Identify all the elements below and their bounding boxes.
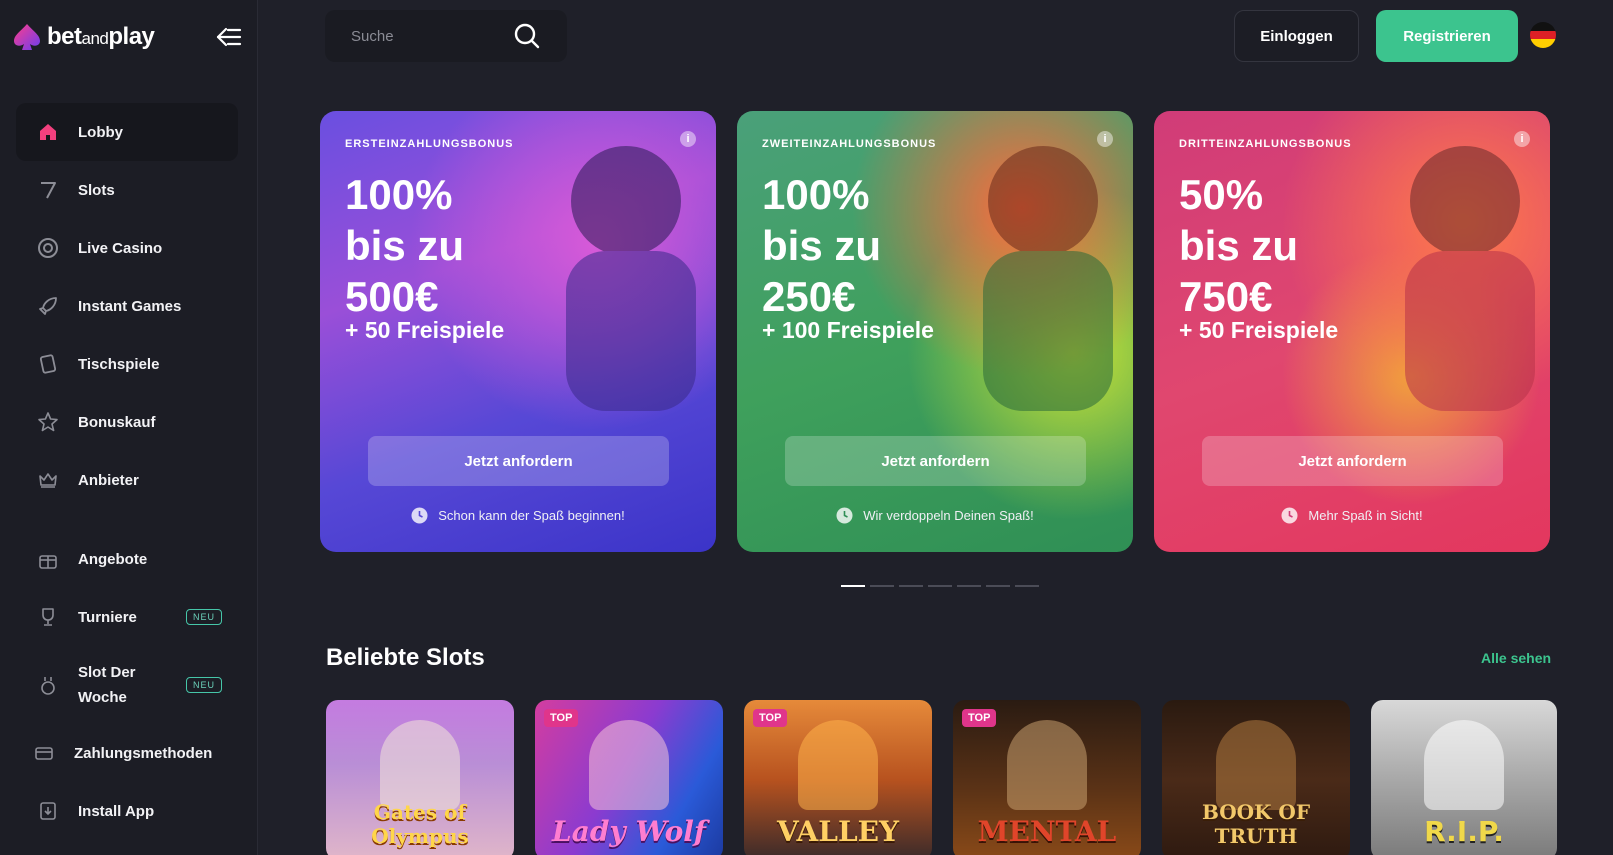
sidebar-item-angebote[interactable]: Angebote: [16, 530, 238, 588]
sidebar-item-anbieter[interactable]: Anbieter: [16, 451, 238, 509]
crown-icon: [36, 468, 60, 492]
search-input[interactable]: [325, 10, 505, 62]
game-artwork: [798, 720, 878, 810]
game-title-art: BOOK OF TRUTH: [1201, 800, 1311, 848]
promo-artwork: [983, 146, 1113, 411]
info-icon[interactable]: i: [680, 131, 696, 147]
claim-bonus-button[interactable]: Jetzt anfordern: [1202, 436, 1503, 486]
brand-logo[interactable]: betandplay: [13, 22, 155, 52]
collapse-sidebar-icon[interactable]: [214, 24, 244, 50]
promo-card: ERSTEINZAHLUNGSBONUS i 100% bis zu 500€ + …: [320, 111, 716, 552]
game-tile[interactable]: Gates of Olympus: [326, 700, 514, 855]
game-title-art: Lady Wolf: [552, 815, 706, 848]
sidebar-item-live-casino[interactable]: Live Casino: [16, 219, 238, 277]
clock-icon: [1281, 507, 1298, 524]
game-artwork: [1007, 720, 1087, 810]
brand-name: betandplay: [47, 23, 155, 50]
medal-icon: [36, 673, 60, 697]
game-artwork: [1424, 720, 1504, 810]
promo-note: Mehr Spaß in Sicht!: [1154, 507, 1550, 524]
carousel-dot[interactable]: [899, 585, 923, 587]
wallet-icon: [32, 741, 56, 765]
login-button[interactable]: Einloggen: [1234, 10, 1359, 62]
promo-artwork: [1405, 146, 1535, 411]
home-icon: [36, 120, 60, 144]
top-badge: TOP: [962, 709, 997, 727]
game-title-art: Gates of Olympus: [371, 800, 469, 848]
promo-eyebrow: ERSTEINZAHLUNGSBONUS: [345, 138, 514, 150]
rocket-icon: [36, 294, 60, 318]
sidebar-item-slot-der-woche[interactable]: Slot Der Woche NEU: [16, 646, 238, 724]
game-tile[interactable]: BOOK OF TRUTH: [1162, 700, 1350, 855]
game-tile[interactable]: TOP VALLEY: [744, 700, 932, 855]
sidebar-item-turniere[interactable]: Turniere NEU: [16, 588, 238, 646]
claim-bonus-button[interactable]: Jetzt anfordern: [368, 436, 669, 486]
info-icon[interactable]: i: [1514, 131, 1530, 147]
game-artwork: [589, 720, 669, 810]
trophy-icon: [36, 605, 60, 629]
carousel-dot[interactable]: [1015, 585, 1039, 587]
search-box: [325, 10, 567, 62]
register-button[interactable]: Registrieren: [1376, 10, 1518, 62]
gift-icon: [36, 547, 60, 571]
game-artwork: [380, 720, 460, 810]
carousel-indicators: [841, 585, 1039, 587]
german-flag-icon[interactable]: [1530, 22, 1556, 48]
sidebar-nav: Lobby Slots Live Casino Instant Games Ti…: [16, 103, 238, 840]
sidebar-item-slots[interactable]: Slots: [16, 161, 238, 219]
promo-note: Wir verdoppeln Deinen Spaß!: [737, 507, 1133, 524]
cards-icon: [36, 352, 60, 376]
carousel-dot[interactable]: [986, 585, 1010, 587]
game-tile[interactable]: R.I.P.: [1371, 700, 1557, 855]
star-icon: [36, 410, 60, 434]
search-icon[interactable]: [513, 22, 541, 50]
seven-icon: [36, 178, 60, 202]
promo-eyebrow: DRITTEINZAHLUNGSBONUS: [1179, 138, 1352, 150]
promo-card: DRITTEINZAHLUNGSBONUS i 50% bis zu 750€ + …: [1154, 111, 1550, 552]
promo-card: ZWEITEINZAHLUNGSBONUS i 100% bis zu 250€ +…: [737, 111, 1133, 552]
sidebar-item-zahlungsmethoden[interactable]: Zahlungsmethoden: [16, 724, 238, 782]
claim-bonus-button[interactable]: Jetzt anfordern: [785, 436, 1086, 486]
promo-eyebrow: ZWEITEINZAHLUNGSBONUS: [762, 138, 937, 150]
game-title-art: MENTAL: [977, 815, 1117, 848]
game-artwork: [1216, 720, 1296, 810]
promo-freespins: + 100 Freispiele: [762, 317, 934, 343]
carousel-dot[interactable]: [841, 585, 865, 587]
sidebar-item-lobby[interactable]: Lobby: [16, 103, 238, 161]
clock-icon: [836, 507, 853, 524]
top-badge: TOP: [753, 709, 788, 727]
download-icon: [36, 799, 60, 823]
carousel-dot[interactable]: [957, 585, 981, 587]
see-all-link[interactable]: Alle sehen: [1481, 650, 1551, 666]
sidebar-item-install-app[interactable]: Install App: [16, 782, 238, 840]
promo-artwork: [566, 146, 696, 411]
section-title: Beliebte Slots: [326, 644, 485, 671]
game-tile[interactable]: TOP MENTAL: [953, 700, 1141, 855]
sidebar-item-tischspiele[interactable]: Tischspiele: [16, 335, 238, 393]
game-title-art: VALLEY: [777, 815, 899, 848]
promo-headline: 50% bis zu 750€: [1179, 171, 1299, 320]
sidebar-item-bonuskauf[interactable]: Bonuskauf: [16, 393, 238, 451]
carousel-dot[interactable]: [870, 585, 894, 587]
carousel-dot[interactable]: [928, 585, 952, 587]
game-title-art: R.I.P.: [1424, 815, 1504, 848]
info-icon[interactable]: i: [1097, 131, 1113, 147]
promo-headline: 100% bis zu 250€: [762, 171, 882, 320]
promo-freespins: + 50 Freispiele: [345, 317, 505, 343]
game-tile[interactable]: TOP Lady Wolf: [535, 700, 723, 855]
new-badge: NEU: [185, 677, 222, 693]
new-badge: NEU: [185, 609, 222, 625]
sidebar-item-instant-games[interactable]: Instant Games: [16, 277, 238, 335]
nav-divider: [16, 509, 238, 530]
promo-freespins: + 50 Freispiele: [1179, 317, 1339, 343]
promo-note: Schon kann der Spaß beginnen!: [320, 507, 716, 524]
clock-icon: [411, 507, 428, 524]
spade-logo-icon: [14, 24, 40, 50]
top-badge: TOP: [544, 709, 579, 727]
promo-headline: 100% bis zu 500€: [345, 171, 465, 320]
sidebar: betandplay Lobby Slots Live Casino Insta…: [0, 0, 258, 855]
chip-icon: [36, 236, 60, 260]
